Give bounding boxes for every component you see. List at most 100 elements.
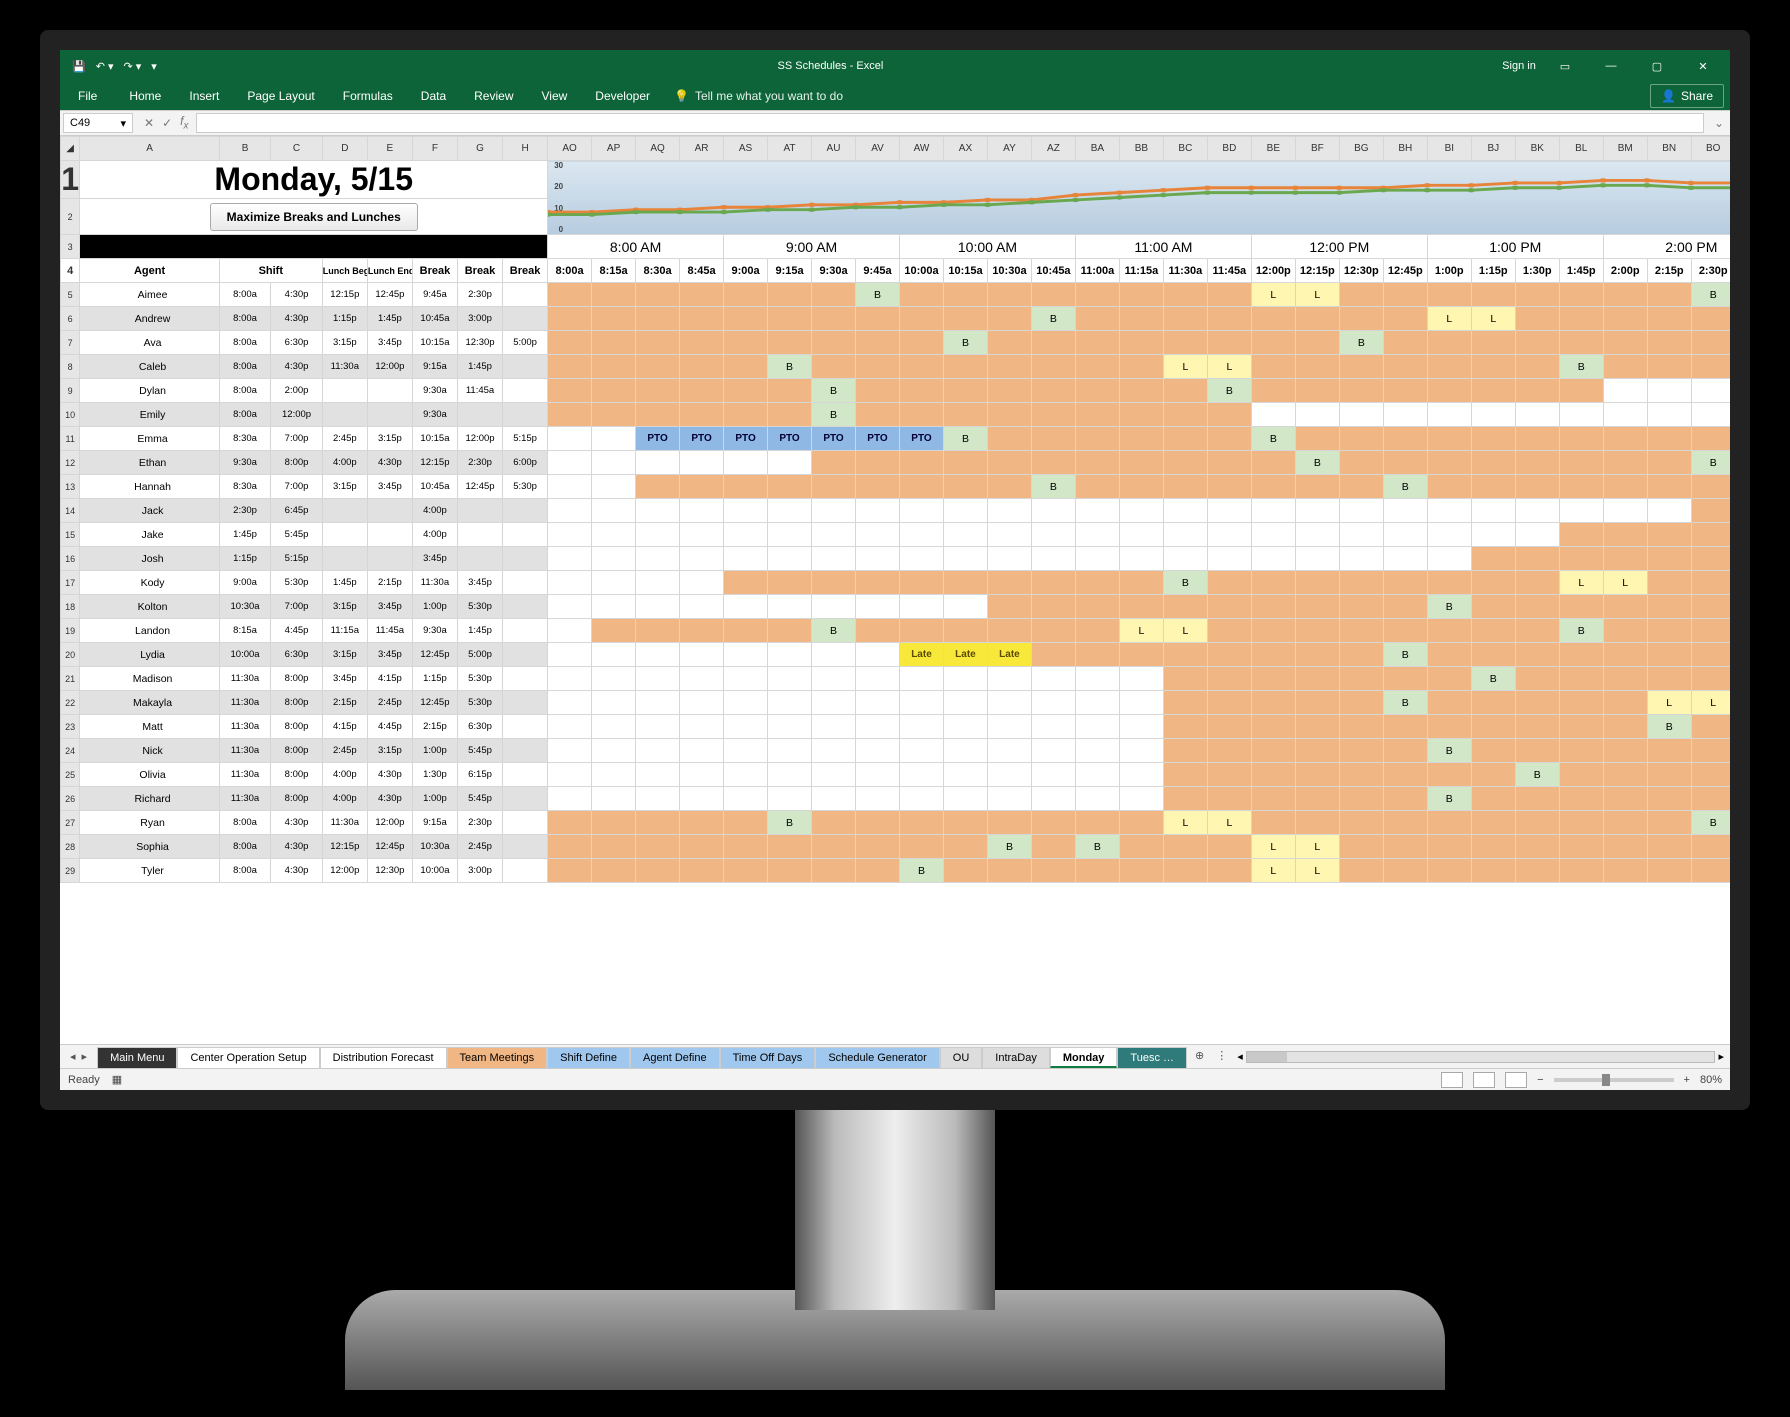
- lunch-end[interactable]: 1:45p: [367, 307, 412, 331]
- shift-end[interactable]: 8:00p: [271, 739, 323, 763]
- schedule-cell[interactable]: B: [987, 835, 1031, 859]
- schedule-cell[interactable]: [987, 451, 1031, 475]
- schedule-cell[interactable]: [548, 379, 592, 403]
- row-header[interactable]: 10: [61, 403, 80, 427]
- schedule-cell[interactable]: [1207, 763, 1251, 787]
- shift-start[interactable]: 1:15p: [219, 547, 271, 571]
- schedule-cell[interactable]: [1163, 283, 1207, 307]
- schedule-cell[interactable]: [1031, 499, 1075, 523]
- schedule-cell[interactable]: [1559, 859, 1603, 883]
- schedule-cell[interactable]: [724, 763, 768, 787]
- schedule-cell[interactable]: [1515, 427, 1559, 451]
- schedule-cell[interactable]: [1031, 691, 1075, 715]
- schedule-cell[interactable]: [680, 547, 724, 571]
- schedule-cell[interactable]: [1603, 307, 1647, 331]
- schedule-cell[interactable]: [1163, 331, 1207, 355]
- schedule-cell[interactable]: [636, 595, 680, 619]
- sheet-tab[interactable]: Schedule Generator: [815, 1047, 939, 1068]
- row-header[interactable]: 1: [61, 161, 80, 199]
- schedule-cell[interactable]: [1075, 619, 1119, 643]
- shift-end[interactable]: 6:45p: [271, 499, 323, 523]
- schedule-cell[interactable]: [943, 667, 987, 691]
- schedule-cell[interactable]: [1691, 379, 1730, 403]
- schedule-cell[interactable]: [636, 571, 680, 595]
- schedule-cell[interactable]: [724, 331, 768, 355]
- schedule-cell[interactable]: [1427, 427, 1471, 451]
- schedule-cell[interactable]: [1691, 763, 1730, 787]
- schedule-cell[interactable]: [1515, 595, 1559, 619]
- schedule-cell[interactable]: [1075, 571, 1119, 595]
- schedule-cell[interactable]: [1471, 595, 1515, 619]
- schedule-cell[interactable]: [1515, 835, 1559, 859]
- schedule-cell[interactable]: [1383, 283, 1427, 307]
- schedule-cell[interactable]: [1603, 451, 1647, 475]
- schedule-cell[interactable]: [1163, 835, 1207, 859]
- schedule-cell[interactable]: [1295, 475, 1339, 499]
- schedule-cell[interactable]: L: [1471, 307, 1515, 331]
- schedule-cell[interactable]: [1427, 379, 1471, 403]
- column-header[interactable]: C: [271, 137, 323, 161]
- schedule-cell[interactable]: [636, 763, 680, 787]
- schedule-cell[interactable]: [724, 451, 768, 475]
- schedule-cell[interactable]: [1515, 331, 1559, 355]
- schedule-cell[interactable]: [1339, 547, 1383, 571]
- schedule-cell[interactable]: [1691, 859, 1730, 883]
- break-time[interactable]: 12:45p: [412, 691, 457, 715]
- schedule-cell[interactable]: [1251, 499, 1295, 523]
- schedule-cell[interactable]: [1559, 499, 1603, 523]
- break-time[interactable]: 4:00p: [412, 499, 457, 523]
- schedule-cell[interactable]: [899, 571, 943, 595]
- schedule-cell[interactable]: [768, 715, 812, 739]
- save-icon[interactable]: 💾: [72, 60, 86, 73]
- schedule-cell[interactable]: [1427, 859, 1471, 883]
- schedule-cell[interactable]: [1251, 667, 1295, 691]
- schedule-cell[interactable]: [1383, 403, 1427, 427]
- schedule-cell[interactable]: L: [1691, 691, 1730, 715]
- schedule-cell[interactable]: [1515, 787, 1559, 811]
- schedule-cell[interactable]: Late: [987, 643, 1031, 667]
- scroll-right-icon[interactable]: ▸: [1718, 1050, 1724, 1063]
- schedule-cell[interactable]: [768, 499, 812, 523]
- schedule-cell[interactable]: [1559, 427, 1603, 451]
- schedule-cell[interactable]: [768, 451, 812, 475]
- schedule-cell[interactable]: [680, 811, 724, 835]
- schedule-cell[interactable]: [1339, 283, 1383, 307]
- schedule-cell[interactable]: [1207, 427, 1251, 451]
- schedule-cell[interactable]: [1427, 643, 1471, 667]
- shift-start[interactable]: 8:00a: [219, 835, 271, 859]
- schedule-cell[interactable]: [1471, 451, 1515, 475]
- lunch-begin[interactable]: 3:15p: [322, 475, 367, 499]
- schedule-cell[interactable]: [680, 643, 724, 667]
- column-header[interactable]: BA: [1075, 137, 1119, 161]
- column-header[interactable]: BN: [1647, 137, 1691, 161]
- schedule-cell[interactable]: [899, 763, 943, 787]
- schedule-cell[interactable]: [1647, 427, 1691, 451]
- schedule-cell[interactable]: [1427, 811, 1471, 835]
- row-header[interactable]: 12: [61, 451, 80, 475]
- schedule-cell[interactable]: [899, 283, 943, 307]
- schedule-cell[interactable]: [1163, 403, 1207, 427]
- schedule-cell[interactable]: [1515, 643, 1559, 667]
- schedule-cell[interactable]: [592, 643, 636, 667]
- schedule-cell[interactable]: [636, 835, 680, 859]
- schedule-cell[interactable]: [1647, 643, 1691, 667]
- schedule-cell[interactable]: [1427, 283, 1471, 307]
- break-time[interactable]: [503, 859, 548, 883]
- schedule-cell[interactable]: [1119, 691, 1163, 715]
- schedule-cell[interactable]: [812, 643, 856, 667]
- schedule-cell[interactable]: [1207, 283, 1251, 307]
- schedule-cell[interactable]: [1647, 547, 1691, 571]
- schedule-cell[interactable]: [1251, 715, 1295, 739]
- break-time[interactable]: 1:15p: [412, 667, 457, 691]
- lunch-end[interactable]: 3:15p: [367, 739, 412, 763]
- break-time[interactable]: 1:30p: [412, 763, 457, 787]
- column-header[interactable]: AS: [724, 137, 768, 161]
- schedule-cell[interactable]: [1295, 595, 1339, 619]
- column-header[interactable]: BG: [1339, 137, 1383, 161]
- schedule-cell[interactable]: [592, 523, 636, 547]
- schedule-cell[interactable]: PTO: [724, 427, 768, 451]
- schedule-cell[interactable]: [899, 331, 943, 355]
- schedule-cell[interactable]: [636, 787, 680, 811]
- row-header[interactable]: 14: [61, 499, 80, 523]
- schedule-cell[interactable]: [1075, 595, 1119, 619]
